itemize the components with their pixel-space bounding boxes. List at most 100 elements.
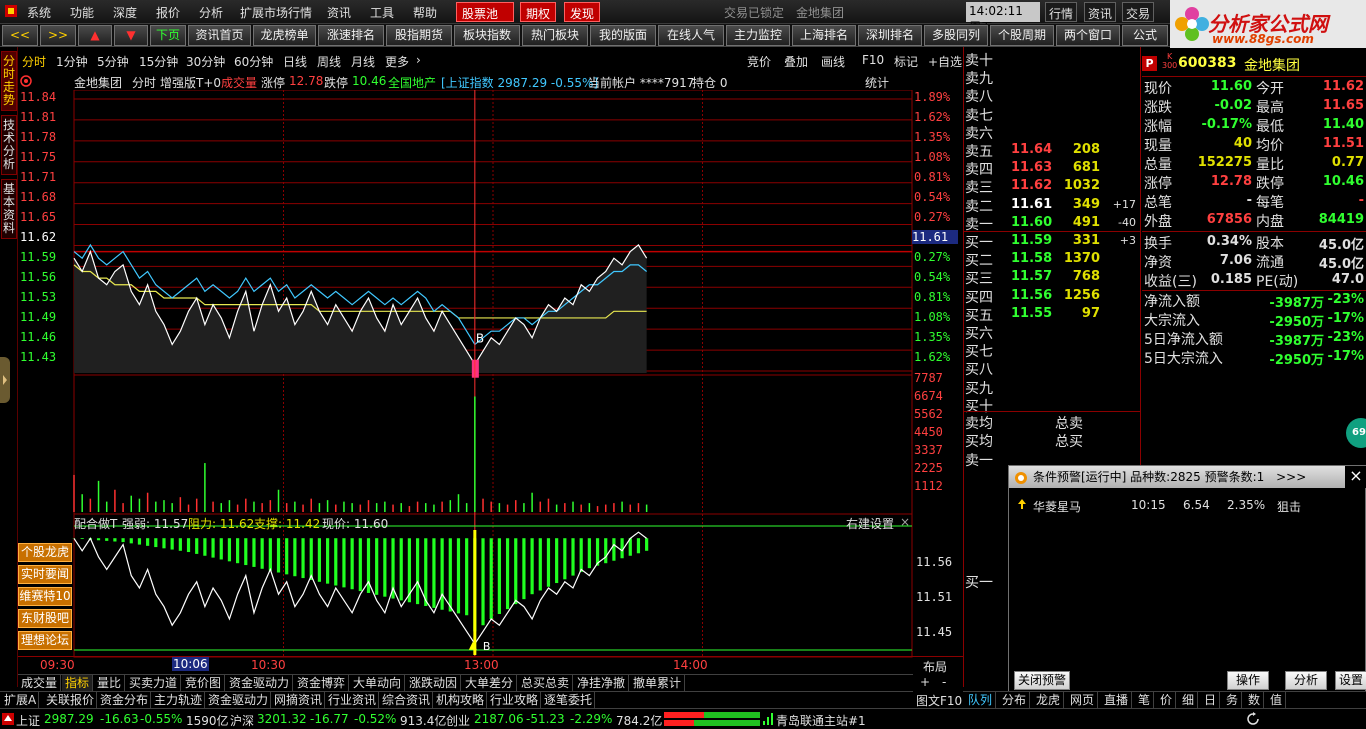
settings-button[interactable]: 设置 — [1335, 671, 1366, 690]
indicator-tab[interactable]: 竞价图 — [182, 675, 226, 691]
popup-title-bar[interactable]: 条件预警[运行中] 品种数:2825 预警条数:1 >>> — [1009, 466, 1365, 488]
main-force-monitor-button[interactable]: 主力监控 — [726, 25, 790, 46]
popup-arrows[interactable]: >>> — [1276, 470, 1306, 484]
indicator-icon[interactable] — [20, 75, 32, 90]
nav-down-button[interactable]: ▼ — [114, 25, 148, 46]
indicator-tab[interactable]: 大单动向 — [350, 675, 406, 691]
lixiang-forum-button[interactable]: 理想论坛 — [18, 631, 72, 650]
period-tab-30min[interactable]: 30分钟 — [186, 53, 225, 70]
two-windows-button[interactable]: 两个窗口 — [1056, 25, 1120, 46]
tab-fundamental[interactable]: 基本资料 — [1, 179, 17, 239]
intraday-chart[interactable]: BB — [18, 90, 963, 658]
extension-tab[interactable]: 扩展A — [2, 692, 40, 708]
right-tab[interactable]: 价 — [1157, 692, 1177, 708]
popup-close-icon[interactable]: × — [1345, 466, 1366, 488]
sector-index-button[interactable]: 板块指数 — [454, 25, 520, 46]
indicator-tab[interactable]: 撤单累计 — [630, 675, 686, 691]
index-futures-button[interactable]: 股指期货 — [386, 25, 452, 46]
menu-depth[interactable]: 深度 — [113, 4, 137, 21]
close-alert-button[interactable]: 关闭预警 — [1014, 671, 1070, 690]
discover-button[interactable]: 发现 — [564, 2, 601, 22]
right-tab[interactable]: 分布 — [999, 692, 1031, 708]
layout-button[interactable]: 布局 — [923, 658, 947, 675]
nav-last-button[interactable]: >> — [40, 25, 76, 46]
extension-tab[interactable]: 综合资讯 — [380, 692, 434, 708]
stock-pool-button[interactable]: 股票池① — [456, 2, 514, 36]
indicator-tab[interactable]: 买卖力道 — [126, 675, 182, 691]
right-tab[interactable]: 直播 — [1101, 692, 1133, 708]
eastmoney-forum-button[interactable]: 东财股吧 — [18, 609, 72, 628]
news-home-button[interactable]: 资讯首页 — [188, 25, 251, 46]
nav-first-button[interactable]: << — [2, 25, 38, 46]
weisaite-button[interactable]: 维赛特10 — [18, 587, 72, 606]
right-tab[interactable]: 务 — [1223, 692, 1243, 708]
period-tab-60min[interactable]: 60分钟 — [234, 53, 273, 70]
indicator-tab[interactable]: 成交量 — [18, 675, 62, 691]
hot-sector-button[interactable]: 热门板块 — [522, 25, 588, 46]
right-tab[interactable]: 网页 — [1067, 692, 1099, 708]
ask-price[interactable]: 11.61 — [1011, 197, 1052, 212]
shenzhen-rank-button[interactable]: 深圳排名 — [858, 25, 922, 46]
right-tab[interactable]: 龙虎 — [1033, 692, 1065, 708]
period-tab-15min[interactable]: 15分钟 — [139, 53, 178, 70]
options-button[interactable]: 期权 — [520, 2, 557, 22]
add-watchlist-button[interactable]: +自选 — [928, 53, 962, 70]
period-tab-5min[interactable]: 5分钟 — [97, 53, 129, 70]
right-tab[interactable]: 队列 — [965, 692, 997, 708]
indicator-tab[interactable]: 指标 — [62, 675, 94, 691]
server-name[interactable]: 青岛联通主站#1 — [776, 712, 866, 729]
multi-stock-button[interactable]: 多股同列 — [924, 25, 988, 46]
mark-button[interactable]: 标记 — [894, 53, 918, 70]
menu-tools[interactable]: 工具 — [370, 4, 394, 21]
collapse-handle[interactable] — [0, 357, 10, 403]
extension-tab[interactable]: 逐笔委托 — [542, 692, 596, 708]
period-tab-more[interactable]: 更多 — [385, 53, 409, 70]
alert-row[interactable]: 华菱星马 10:15 6.54 2.35% 狙击 — [1015, 498, 1359, 514]
statistics-button[interactable]: 统计 — [865, 74, 889, 91]
auction-button[interactable]: 竞价 — [747, 53, 771, 70]
indicator-tab[interactable]: 资金博弈 — [294, 675, 350, 691]
right-tab[interactable]: 笔 — [1135, 692, 1155, 708]
menu-analysis[interactable]: 分析 — [199, 4, 223, 21]
extension-tab[interactable]: 机构攻略 — [434, 692, 488, 708]
bid-price[interactable]: 11.55 — [1011, 306, 1052, 321]
ask-price[interactable]: 11.63 — [1011, 160, 1052, 175]
menu-function[interactable]: 功能 — [70, 4, 94, 21]
app-icon[interactable] — [4, 4, 18, 21]
bid-price[interactable]: 11.56 — [1011, 288, 1052, 303]
tab-intraday[interactable]: 分时走势 — [1, 51, 17, 111]
extension-tab[interactable]: 主力轨迹 — [152, 692, 206, 708]
stock-dragon-tiger-button[interactable]: 个股龙虎 — [18, 543, 72, 562]
period-tab-month[interactable]: 月线 — [351, 53, 375, 70]
indicator-tab[interactable]: 大单差分 — [462, 675, 518, 691]
zoom-in-button[interactable]: + — [920, 675, 930, 689]
draw-line-button[interactable]: 画线 — [821, 53, 845, 70]
ask-price[interactable]: 11.62 — [1011, 178, 1052, 193]
my-layout-button[interactable]: 我的版面 — [590, 25, 656, 46]
sector-name[interactable]: 全国地产 — [388, 74, 436, 91]
speed-rank-button[interactable]: 涨速排名 — [318, 25, 384, 46]
f10-button[interactable]: F10 — [862, 53, 884, 67]
period-tab-day[interactable]: 日线 — [283, 53, 307, 70]
f10-text-button[interactable]: 图文F10 — [916, 692, 962, 709]
analyze-button[interactable]: 分析 — [1285, 671, 1327, 690]
lower-close-icon[interactable]: × — [900, 515, 910, 529]
zoom-out-button[interactable]: - — [942, 675, 946, 689]
bid-price[interactable]: 11.59 — [1011, 233, 1052, 248]
right-tab[interactable]: 细 — [1179, 692, 1199, 708]
extension-tab[interactable]: 资金驱动力 — [206, 692, 272, 708]
extension-tab[interactable]: 行业攻略 — [488, 692, 542, 708]
indicator-tab[interactable]: 涨跌动因 — [406, 675, 462, 691]
right-tab[interactable]: 日 — [1201, 692, 1221, 708]
menu-quote[interactable]: 报价 — [156, 4, 180, 21]
next-page-button[interactable]: 下页 — [150, 25, 186, 46]
realtime-news-button[interactable]: 实时要闻 — [18, 565, 72, 584]
extension-tab[interactable]: 资金分布 — [98, 692, 152, 708]
menu-system[interactable]: 系统 — [27, 4, 51, 21]
period-tab-1min[interactable]: 1分钟 — [56, 53, 88, 70]
indicator-tab[interactable]: 量比 — [94, 675, 126, 691]
overlay-button[interactable]: 叠加 — [784, 53, 808, 70]
online-popularity-button[interactable]: 在线人气 — [658, 25, 724, 46]
indicator-tab[interactable]: 净挂净撤 — [574, 675, 630, 691]
news-button[interactable]: 资讯 — [1084, 2, 1117, 22]
